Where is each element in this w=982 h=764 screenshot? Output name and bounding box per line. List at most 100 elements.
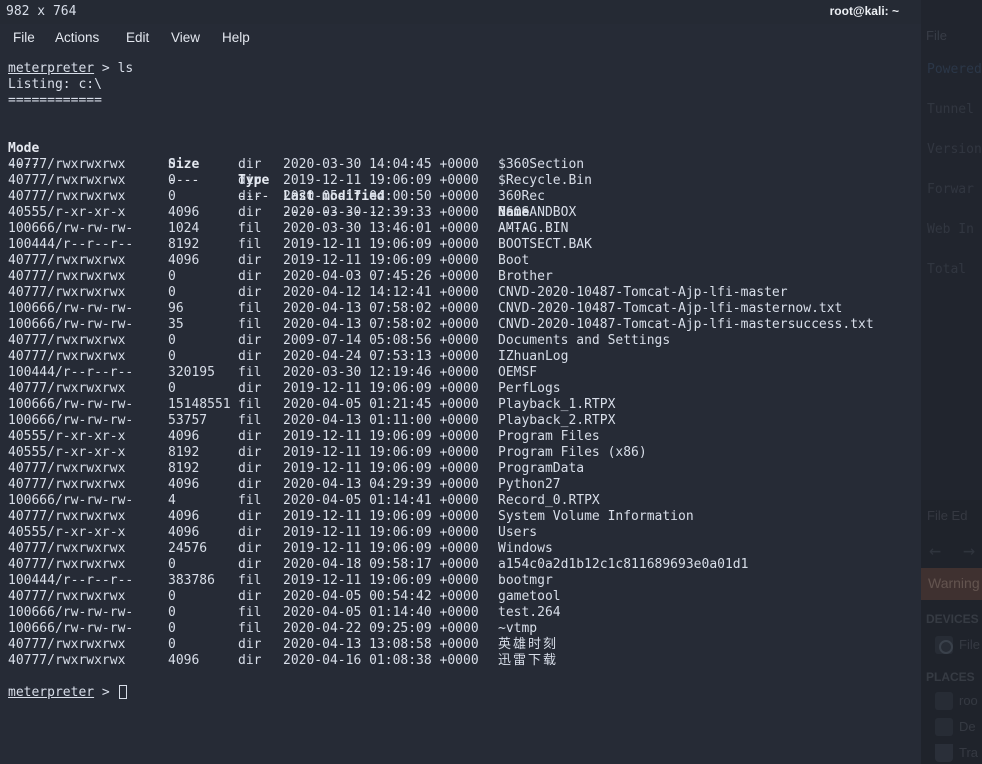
menu-help[interactable]: Help: [222, 30, 250, 45]
cell-type: dir: [238, 253, 262, 268]
menu-file[interactable]: File: [13, 30, 35, 45]
cell-size: 383786: [168, 573, 215, 588]
terminal-output[interactable]: meterpreter > ls Listing: c:\ ==========…: [0, 53, 921, 764]
cell-mode: 40777/rwxrwxrwx: [8, 637, 126, 652]
cell-size: 15148551: [168, 397, 231, 412]
cell-name: 迅雷下载: [498, 653, 559, 668]
cell-modified: 2019-12-11 19:06:09 +0000: [283, 429, 479, 444]
sidebar-item-trash[interactable]: Tra: [959, 745, 978, 760]
cell-modified: 2020-04-05 01:14:40 +0000: [283, 605, 479, 620]
cell-type: fil: [238, 413, 262, 428]
background-window-right[interactable]: File Powered Tunnel Version Forwar Web In Tot…: [921, 0, 982, 764]
cell-name: CNVD-2020-10487-Tomcat-Ajp-lfi-mastersuc…: [498, 317, 874, 332]
prompt-caret-active: >: [101, 685, 110, 700]
cell-type: dir: [238, 285, 262, 300]
cell-modified: 2020-04-13 07:58:02 +0000: [283, 301, 479, 316]
cell-mode: 40777/rwxrwxrwx: [8, 381, 126, 396]
cell-type: dir: [238, 269, 262, 284]
cell-modified: 2019-12-11 19:06:09 +0000: [283, 381, 479, 396]
back-arrow-icon[interactable]: ←: [929, 538, 941, 562]
menu-view[interactable]: View: [171, 30, 200, 45]
prompt-hostname-active: meterpreter: [8, 685, 95, 700]
window-titlebar[interactable]: 982 x 764 root@kali: ~: [0, 0, 921, 24]
forward-arrow-icon[interactable]: →: [963, 538, 975, 562]
cell-modified: 2020-04-05 01:14:41 +0000: [283, 493, 479, 508]
cell-mode: 40777/rwxrwxrwx: [8, 173, 126, 188]
cell-type: dir: [238, 445, 262, 460]
trash-icon: [935, 744, 953, 762]
cell-mode: 100666/rw-rw-rw-: [8, 301, 134, 316]
menu-edit[interactable]: Edit: [126, 30, 149, 45]
sidebar-item-desktop[interactable]: De: [959, 719, 976, 734]
cell-mode: 40777/rwxrwxrwx: [8, 461, 126, 476]
cell-name: 英雄时刻: [498, 637, 559, 652]
cell-type: fil: [238, 493, 262, 508]
cell-size: 4096: [168, 477, 200, 492]
cell-mode: 40555/r-xr-xr-x: [8, 525, 126, 540]
cell-name: Documents and Settings: [498, 333, 671, 348]
cell-size: 8192: [168, 461, 200, 476]
cell-modified: 2019-12-11 19:06:09 +0000: [283, 573, 479, 588]
background-text-line: Powered: [927, 62, 982, 77]
sidebar-item-root[interactable]: roo: [959, 693, 978, 708]
cell-type: dir: [238, 557, 262, 572]
cell-size: 0: [168, 557, 176, 572]
sidebar-item-filesystem[interactable]: File: [959, 637, 980, 652]
listing-underline: ============: [8, 93, 102, 108]
cell-modified: 2020-03-30 13:46:01 +0000: [283, 221, 479, 236]
cell-name: System Volume Information: [498, 509, 694, 524]
cell-size: 0: [168, 157, 176, 172]
cell-name: 360Rec: [498, 189, 545, 204]
table-rule-row: ---- ---- ---- ------------- ----: [8, 141, 529, 236]
cell-name: CNVD-2020-10487-Tomcat-Ajp-lfi-masternow…: [498, 301, 843, 316]
cell-name: Record_0.RTPX: [498, 493, 600, 508]
cell-name: CNVD-2020-10487-Tomcat-Ajp-lfi-master: [498, 285, 788, 300]
cell-name: Program Files (x86): [498, 445, 647, 460]
background-text-line: Forwar: [927, 182, 974, 197]
cell-size: 35: [168, 317, 184, 332]
cell-type: dir: [238, 429, 262, 444]
cell-size: 0: [168, 381, 176, 396]
cell-name: IZhuanLog: [498, 349, 569, 364]
cell-modified: 2020-04-03 07:45:26 +0000: [283, 269, 479, 284]
cell-mode: 40555/r-xr-xr-x: [8, 445, 126, 460]
prompt-line-command: meterpreter > ls: [8, 61, 133, 77]
cell-type: dir: [238, 541, 262, 556]
terminal-window[interactable]: 982 x 764 root@kali: ~ File Actions Edit Vi…: [0, 0, 921, 764]
cell-type: fil: [238, 317, 262, 332]
cell-type: fil: [238, 397, 262, 412]
text-cursor: [118, 685, 127, 699]
cell-name: ProgramData: [498, 461, 585, 476]
cell-size: 0: [168, 333, 176, 348]
cell-size: 0: [168, 605, 176, 620]
cell-name: AMTAG.BIN: [498, 221, 569, 236]
cell-modified: 2019-12-11 19:06:09 +0000: [283, 461, 479, 476]
cell-modified: 2020-04-05 00:54:42 +0000: [283, 589, 479, 604]
cell-mode: 100444/r--r--r--: [8, 573, 134, 588]
cell-size: 0: [168, 621, 176, 636]
cell-modified: 2019-12-11 19:06:09 +0000: [283, 541, 479, 556]
cell-type: fil: [238, 621, 262, 636]
cell-name: Playback_2.RTPX: [498, 413, 616, 428]
menubar[interactable]: File Actions Edit View Help: [0, 24, 921, 53]
cell-size: 4096: [168, 525, 200, 540]
cell-mode: 100666/rw-rw-rw-: [8, 413, 134, 428]
sidebar-section-places: PLACES: [926, 670, 975, 684]
cell-type: fil: [238, 365, 262, 380]
cell-modified: 2020-04-13 13:08:58 +0000: [283, 637, 479, 652]
cell-size: 320195: [168, 365, 215, 380]
background-menu-file: File: [926, 28, 947, 43]
cell-mode: 40777/rwxrwxrwx: [8, 557, 126, 572]
cell-name: $Recycle.Bin: [498, 173, 592, 188]
cell-mode: 40777/rwxrwxrwx: [8, 157, 126, 172]
cell-type: fil: [238, 573, 262, 588]
menu-actions[interactable]: Actions: [55, 30, 99, 45]
cell-mode: 100444/r--r--r--: [8, 365, 134, 380]
cell-mode: 100666/rw-rw-rw-: [8, 317, 134, 332]
cell-type: dir: [238, 189, 262, 204]
background-file-manager[interactable]: File Ed ← → Warning DEVICES File PLACES …: [921, 500, 982, 764]
cell-modified: 2009-07-14 05:08:56 +0000: [283, 333, 479, 348]
cell-size: 4096: [168, 653, 200, 668]
prompt-line-active[interactable]: meterpreter >: [8, 685, 127, 701]
